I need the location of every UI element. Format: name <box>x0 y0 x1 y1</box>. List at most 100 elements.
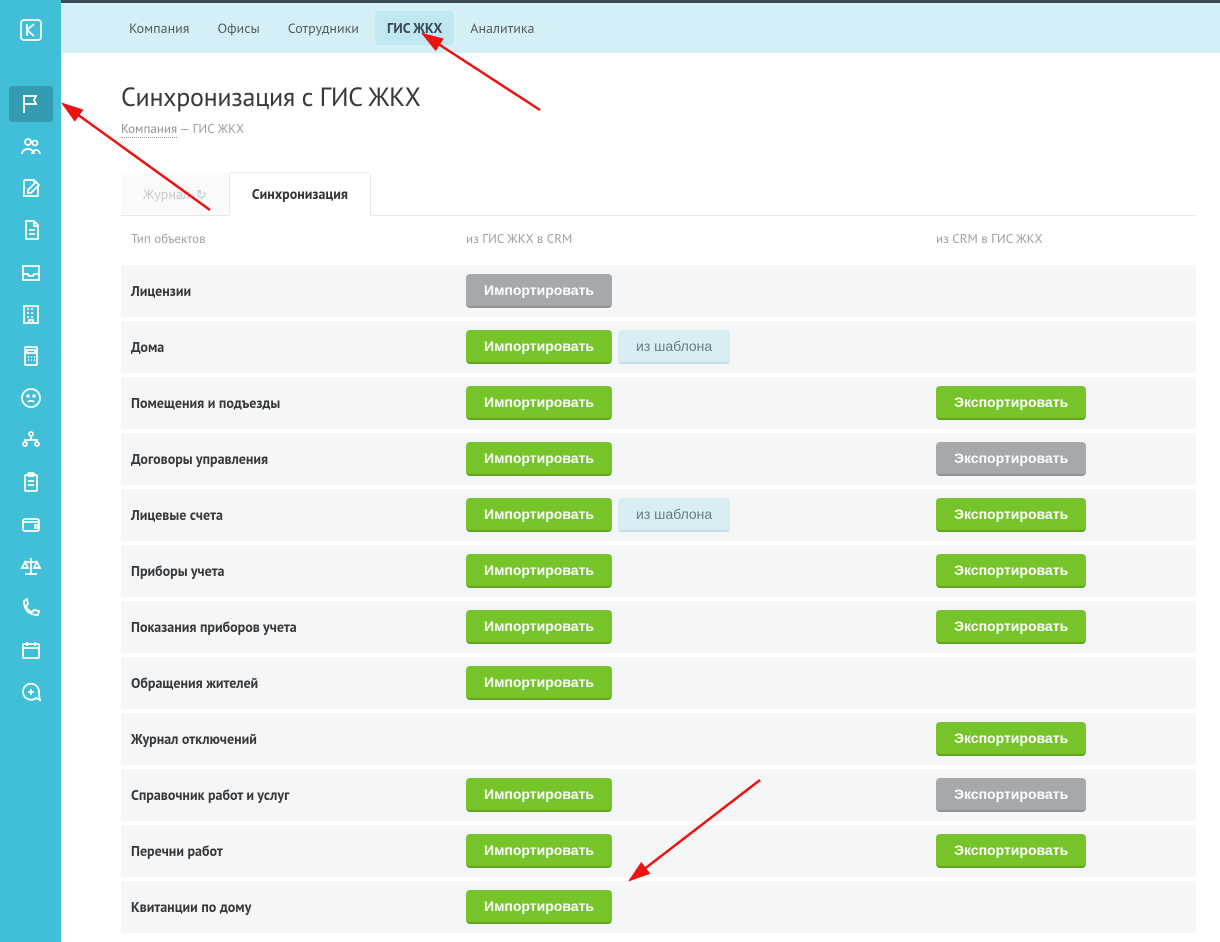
tab-journal[interactable]: Журнал↻ <box>121 173 229 215</box>
sidebar-item-document[interactable] <box>9 212 53 248</box>
row-export-cell: Экспортировать <box>926 599 1196 655</box>
table-row: Лицензии Импортировать <box>121 263 1196 319</box>
table-row: Договоры управления Импортировать Экспорти… <box>121 431 1196 487</box>
row-import-cell <box>456 711 926 767</box>
import-button[interactable]: Импортировать <box>466 834 612 868</box>
from-template-button[interactable]: из шаблона <box>618 498 730 532</box>
import-button[interactable]: Импортировать <box>466 274 612 308</box>
import-button[interactable]: Импортировать <box>466 498 612 532</box>
sidebar-item-edit[interactable] <box>9 170 53 206</box>
topnav-Компания[interactable]: Компания <box>117 11 201 45</box>
row-export-cell: Экспортировать <box>926 431 1196 487</box>
import-button[interactable]: Импортировать <box>466 666 612 700</box>
row-export-cell: Экспортировать <box>926 711 1196 767</box>
export-button[interactable]: Экспортировать <box>936 386 1086 420</box>
breadcrumb: Компания — ГИС ЖКХ <box>121 120 1196 137</box>
import-button[interactable]: Импортировать <box>466 554 612 588</box>
export-button[interactable]: Экспортировать <box>936 834 1086 868</box>
tab-sync[interactable]: Синхронизация <box>229 172 371 216</box>
sidebar-item-chat-plus[interactable] <box>9 674 53 710</box>
sidebar-item-inbox[interactable] <box>9 254 53 290</box>
row-name: Перечни работ <box>121 823 456 879</box>
logo-icon[interactable] <box>9 8 53 52</box>
topnav-Офисы[interactable]: Офисы <box>205 11 271 45</box>
import-button[interactable]: Импортировать <box>466 610 612 644</box>
export-button[interactable]: Экспортировать <box>936 610 1086 644</box>
breadcrumb-link[interactable]: Компания <box>121 120 177 138</box>
row-name: Показания приборов учета <box>121 599 456 655</box>
header-import: из ГИС ЖКХ в CRM <box>456 216 926 263</box>
row-name: Обращения жителей <box>121 655 456 711</box>
sidebar-item-debtors[interactable] <box>9 380 53 416</box>
row-name: Лицевые счета <box>121 487 456 543</box>
import-button[interactable]: Импортировать <box>466 442 612 476</box>
row-import-cell: Импортировать <box>456 263 926 319</box>
row-name: Лицензии <box>121 263 456 319</box>
row-import-cell: Импортировать <box>456 599 926 655</box>
sidebar-item-clipboard[interactable] <box>9 464 53 500</box>
header-export: из CRM в ГИС ЖКХ <box>926 216 1196 263</box>
row-export-cell: Экспортировать <box>926 543 1196 599</box>
row-export-cell: Экспортировать <box>926 375 1196 431</box>
table-row: Перечни работ Импортировать Экспортировать <box>121 823 1196 879</box>
row-name: Договоры управления <box>121 431 456 487</box>
header-type: Тип объектов <box>121 216 456 263</box>
row-import-cell: Импортировать <box>456 767 926 823</box>
row-import-cell: Импортировать <box>456 543 926 599</box>
topnav-ГИС ЖКХ[interactable]: ГИС ЖКХ <box>375 11 454 45</box>
table-row: Приборы учета Импортировать Экспортировать <box>121 543 1196 599</box>
row-import-cell: Импортировать <box>456 655 926 711</box>
row-name: Помещения и подъезды <box>121 375 456 431</box>
row-import-cell: Импортировать <box>456 375 926 431</box>
sidebar-item-scales[interactable] <box>9 548 53 584</box>
sidebar-item-calendar[interactable] <box>9 632 53 668</box>
row-export-cell: Экспортировать <box>926 823 1196 879</box>
sidebar-item-wallet[interactable] <box>9 506 53 542</box>
import-button[interactable]: Импортировать <box>466 778 612 812</box>
table-row: Журнал отключений Экспортировать <box>121 711 1196 767</box>
sidebar-item-users[interactable] <box>9 128 53 164</box>
export-button[interactable]: Экспортировать <box>936 778 1086 812</box>
import-button[interactable]: Импортировать <box>466 890 612 924</box>
import-button[interactable]: Импортировать <box>466 330 612 364</box>
row-export-cell: Экспортировать <box>926 767 1196 823</box>
export-button[interactable]: Экспортировать <box>936 722 1086 756</box>
page-title: Синхронизация с ГИС ЖКХ <box>121 81 1196 114</box>
row-import-cell: Импортироватьиз шаблона <box>456 319 926 375</box>
top-nav: КомпанияОфисыСотрудникиГИС ЖКХАналитика <box>61 0 1220 53</box>
sync-table: Тип объектов из ГИС ЖКХ в CRM из CRM в Г… <box>121 216 1196 937</box>
row-name: Дома <box>121 319 456 375</box>
export-button[interactable]: Экспортировать <box>936 442 1086 476</box>
table-row: Квитанции по дому Импортировать <box>121 879 1196 935</box>
table-row: Лицевые счетаИмпортироватьиз шаблонаЭксп… <box>121 487 1196 543</box>
topnav-Аналитика[interactable]: Аналитика <box>458 11 546 45</box>
row-name: Квитанции по дому <box>121 879 456 935</box>
row-export-cell: Экспортировать <box>926 487 1196 543</box>
export-button[interactable]: Экспортировать <box>936 554 1086 588</box>
import-button[interactable]: Импортировать <box>466 386 612 420</box>
row-import-cell: Импортировать <box>456 431 926 487</box>
row-export-cell <box>926 263 1196 319</box>
row-name: Журнал отключений <box>121 711 456 767</box>
left-sidebar <box>0 0 61 942</box>
refresh-icon: ↻ <box>196 186 207 203</box>
sidebar-item-flag[interactable] <box>9 86 53 122</box>
export-button[interactable]: Экспортировать <box>936 498 1086 532</box>
table-row: ДомаИмпортироватьиз шаблона <box>121 319 1196 375</box>
from-template-button[interactable]: из шаблона <box>618 330 730 364</box>
table-row: Справочник работ и услуг Импортировать Экс… <box>121 767 1196 823</box>
row-name: Справочник работ и услуг <box>121 767 456 823</box>
row-import-cell: Импортироватьиз шаблона <box>456 487 926 543</box>
sidebar-item-building[interactable] <box>9 296 53 332</box>
sidebar-item-calculator[interactable] <box>9 338 53 374</box>
tabs: Журнал↻ Синхронизация <box>121 171 1196 216</box>
row-export-cell <box>926 879 1196 935</box>
table-row: Помещения и подъезды Импортировать Экспорт… <box>121 375 1196 431</box>
row-export-cell <box>926 655 1196 711</box>
topnav-Сотрудники[interactable]: Сотрудники <box>276 11 371 45</box>
sidebar-item-phone[interactable] <box>9 590 53 626</box>
row-name: Приборы учета <box>121 543 456 599</box>
row-export-cell <box>926 319 1196 375</box>
table-row: Показания приборов учета Импортировать Экс… <box>121 599 1196 655</box>
sidebar-item-org[interactable] <box>9 422 53 458</box>
